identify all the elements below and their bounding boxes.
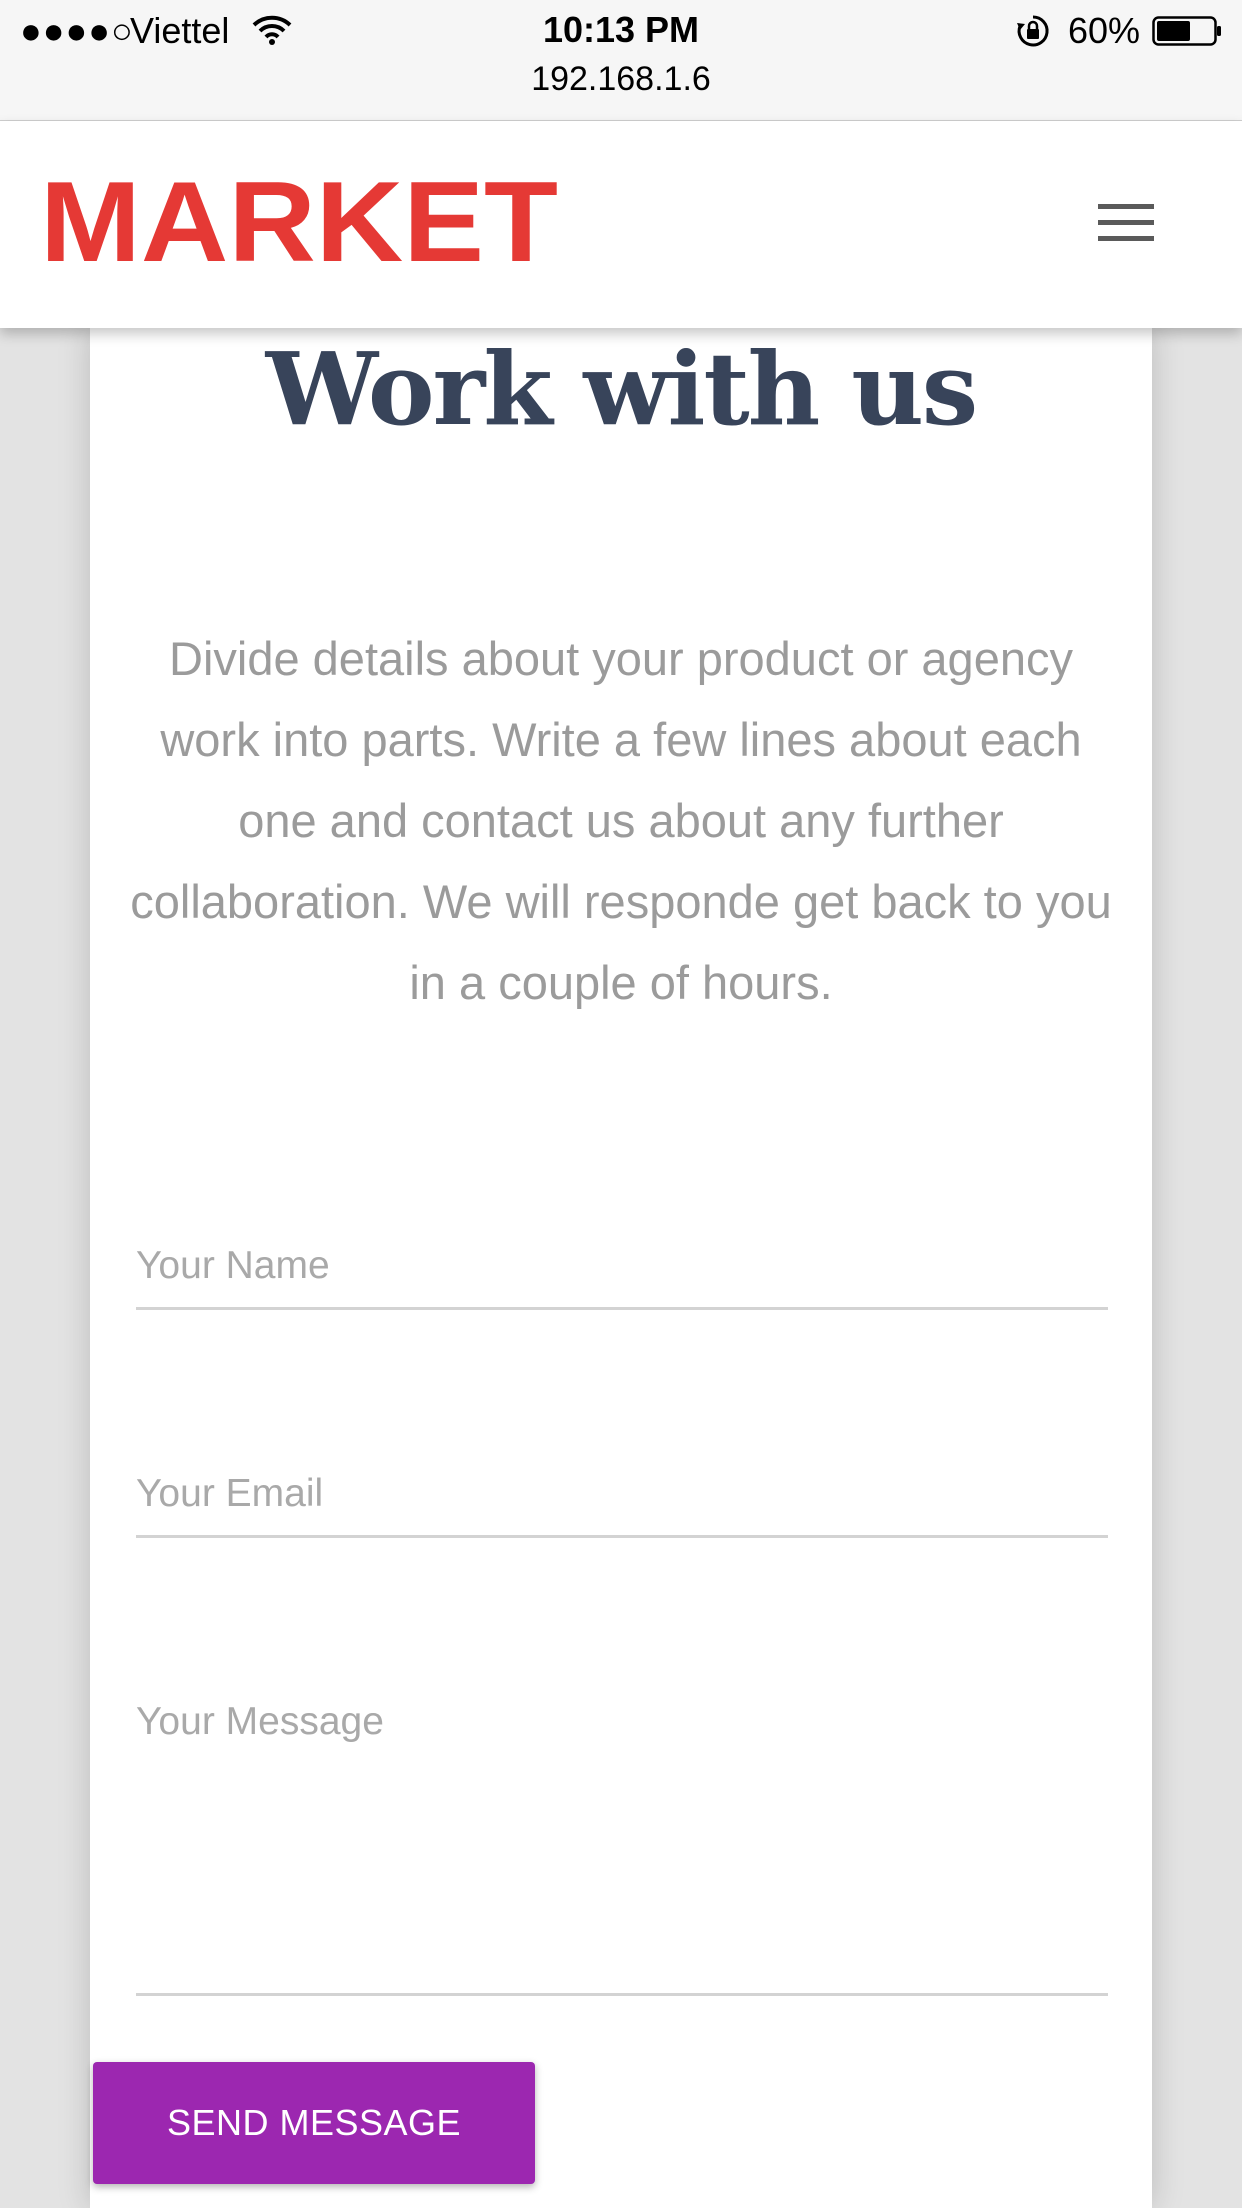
email-input[interactable] bbox=[136, 1464, 1108, 1538]
address-bar-url[interactable]: 192.168.1.6 bbox=[0, 60, 1242, 99]
screen: ●●●●○ Viettel 10:13 PM 192.168.1.6 60% M… bbox=[0, 0, 1242, 2208]
intro-paragraph: Divide details about your product or age… bbox=[130, 632, 1112, 1009]
status-bar: ●●●●○ Viettel 10:13 PM 192.168.1.6 60% bbox=[0, 0, 1242, 121]
battery-percent: 60% bbox=[1068, 10, 1141, 51]
send-message-button[interactable]: SEND MESSAGE bbox=[93, 2062, 535, 2184]
message-textarea[interactable] bbox=[136, 1690, 1108, 1996]
market-logo[interactable]: MARKET bbox=[40, 169, 562, 281]
battery-icon bbox=[1152, 16, 1221, 46]
clock: 10:13 PM bbox=[542, 9, 700, 50]
page-title: Work with us bbox=[265, 330, 978, 448]
content-card: Work with us Divide details about your p… bbox=[90, 328, 1152, 2208]
name-input[interactable] bbox=[136, 1236, 1108, 1310]
rotation-lock-icon bbox=[1017, 15, 1049, 47]
site-header: MARKET bbox=[0, 121, 1242, 328]
svg-text:MARKET: MARKET bbox=[40, 169, 558, 281]
hamburger-menu-icon[interactable] bbox=[1098, 204, 1154, 244]
